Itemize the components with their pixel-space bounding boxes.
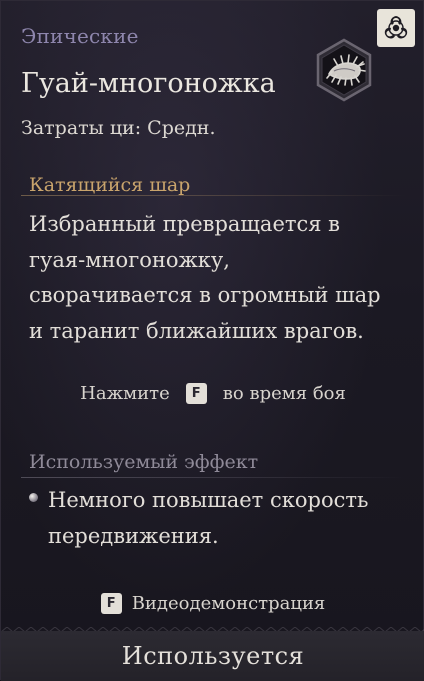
skill-tooltip-card: Эпические Гуай-многоножка Затраты ци: Ср… xyxy=(0,0,424,681)
hint-prefix: Нажмите xyxy=(80,383,170,404)
video-demo-button[interactable]: F Видеодемонстрация xyxy=(1,593,424,614)
effect-heading: Используемый эффект xyxy=(29,451,259,473)
skill-name-heading: Катящийся шар xyxy=(29,174,191,196)
description-line: Избранный превращается в xyxy=(29,212,341,236)
divider xyxy=(21,477,407,478)
f-key-icon: F xyxy=(100,593,122,614)
qi-cost: Затраты ци: Средн. xyxy=(21,117,216,139)
effect-line: Немного повышает скорость xyxy=(48,488,369,512)
video-demo-label: Видеодемонстрация xyxy=(131,593,326,614)
effect-item: Немного повышает скорость передвижения. xyxy=(29,483,409,554)
effect-text: Немного повышает скорость передвижения. xyxy=(48,483,398,554)
centipede-skill-icon xyxy=(312,38,376,102)
description-line: сворачивается в огромный шар xyxy=(29,283,381,307)
biohazard-badge xyxy=(377,9,415,47)
description-line: и таранит ближайших врагов. xyxy=(29,318,364,343)
hint-suffix: во время боя xyxy=(222,383,346,404)
effect-line: передвижения. xyxy=(48,523,219,548)
status-bar: Используется xyxy=(1,631,424,681)
f-key-icon: F xyxy=(185,383,207,404)
skill-title: Гуай-многоножка xyxy=(21,68,276,99)
status-label: Используется xyxy=(121,642,305,670)
skill-description: Избранный превращается в гуая-многоножку… xyxy=(29,207,409,349)
description-line: гуая-многоножку, xyxy=(29,247,230,272)
activation-hint: Нажмите F во время боя xyxy=(1,383,424,404)
bullet-icon xyxy=(29,493,38,502)
divider xyxy=(21,195,407,196)
biohazard-icon xyxy=(384,16,408,39)
rarity-label: Эпические xyxy=(21,24,139,48)
